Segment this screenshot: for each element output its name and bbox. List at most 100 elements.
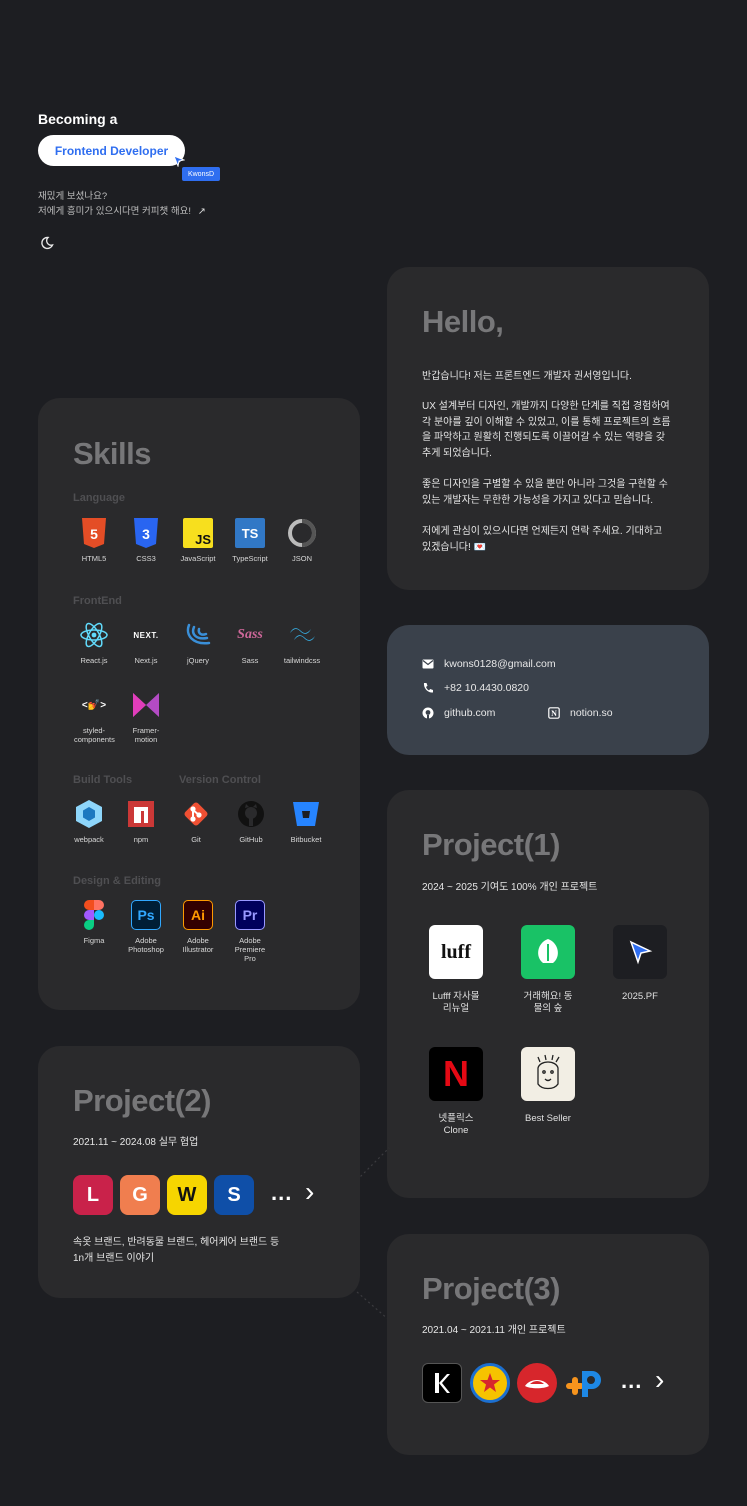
chevron-right-icon[interactable]: › xyxy=(655,1364,664,1396)
premiere-icon: Pr xyxy=(235,900,265,930)
skill-figma: Figma xyxy=(68,900,120,945)
ps-glyph: Ps xyxy=(137,907,155,923)
project2-desc-1: 속옷 브랜드, 반려동물 브랜드, 헤어케어 브랜드 등 xyxy=(73,1237,280,1248)
svg-text:3: 3 xyxy=(142,526,150,542)
bitbucket-icon xyxy=(291,799,321,829)
moon-icon[interactable] xyxy=(40,236,54,250)
notion-text: notion.so xyxy=(570,707,613,719)
hello-paragraph-4: 저에게 관심이 있으시다면 언제든지 연락 주세요. 기대하고 있겠습니다! 💌 xyxy=(422,526,663,553)
brand-letter: S xyxy=(227,1183,241,1206)
skill-html5: 5 HTML5 xyxy=(68,518,120,563)
more-indicator: ... xyxy=(621,1368,643,1393)
typescript-icon: TS xyxy=(235,518,265,548)
star-ball-logo xyxy=(470,1363,510,1403)
js-glyph: JS xyxy=(195,532,211,547)
category-build-tools: Build Tools xyxy=(73,774,133,786)
project2-title: Project(2) xyxy=(73,1083,211,1118)
skill-label: Adobe Illustrator xyxy=(182,936,214,954)
leaf-icon xyxy=(521,925,575,979)
project1-title: Project(1) xyxy=(422,827,560,862)
javascript-icon: JS xyxy=(183,518,213,548)
html5-icon: 5 xyxy=(79,518,109,548)
app-label: 거래해요! 동물의 숲 xyxy=(523,991,573,1014)
svg-text:5: 5 xyxy=(90,526,98,542)
name-tag: KwonsD xyxy=(182,167,220,181)
name-tag-label: KwonsD xyxy=(187,170,215,178)
project-luff[interactable]: luff Lufff 자사몰 리뉴얼 xyxy=(421,925,491,1015)
skill-label: Bitbucket xyxy=(290,835,322,844)
category-design-editing: Design & Editing xyxy=(73,875,161,887)
mail-icon xyxy=(422,659,434,669)
cursor-arrow-icon xyxy=(613,925,667,979)
cursor-icon xyxy=(173,155,185,167)
hello-paragraph-1: 반갑습니다! 저는 프론트엔드 개발자 권서영입니다. xyxy=(422,371,632,382)
netflix-logo-text: N xyxy=(443,1053,469,1094)
pr-glyph: Pr xyxy=(242,907,258,923)
brand-letter: W xyxy=(177,1183,197,1206)
p-logo xyxy=(564,1363,604,1403)
brand-letter: L xyxy=(86,1183,100,1206)
luff-logo: luff xyxy=(429,925,483,979)
photoshop-icon: Ps xyxy=(131,900,161,930)
app-label: 넷플릭스 Clone xyxy=(438,1113,474,1136)
skill-label: Adobe Premiere Pro xyxy=(234,936,266,963)
skill-label: TypeScript xyxy=(232,554,268,563)
brand-letter: G xyxy=(132,1183,148,1206)
skill-label: npm xyxy=(133,835,149,844)
email-text: kwons0128@gmail.com xyxy=(444,658,556,670)
skill-label: webpack xyxy=(74,835,104,844)
project2-subtitle: 2021.11 ~ 2024.08 실무 협업 xyxy=(73,1137,199,1148)
skill-label: Framer-motion xyxy=(132,726,160,744)
ts-glyph: TS xyxy=(241,525,259,541)
git-icon xyxy=(181,799,211,829)
brand-l: L xyxy=(73,1175,113,1215)
project1-card[interactable]: Project(1) 2024 ~ 2025 기여도 100% 개인 프로젝트 … xyxy=(387,790,709,1198)
hero-line-2: 저에게 흥미가 있으시다면 커피챗 해요! xyxy=(38,206,192,217)
phone-icon xyxy=(423,683,433,693)
skill-css3: 3 CSS3 xyxy=(120,518,172,563)
project-netflix[interactable]: N 넷플릭스 Clone xyxy=(421,1047,491,1137)
css3-icon: 3 xyxy=(131,518,161,548)
category-language: Language xyxy=(73,492,125,504)
project-animal-crossing[interactable]: 거래해요! 동물의 숲 xyxy=(513,925,583,1015)
coffee-chat-link[interactable]: 저에게 흥미가 있으시다면 커피챗 해요! ↗ xyxy=(38,203,206,217)
skill-npm: npm xyxy=(115,799,167,844)
skill-typescript: TS TypeScript xyxy=(224,518,276,563)
webpack-icon xyxy=(74,799,104,829)
chevron-right-icon[interactable]: › xyxy=(305,1176,314,1208)
styled-glyph: <💅> xyxy=(81,699,107,711)
app-label: Best Seller xyxy=(525,1113,571,1124)
arrow-up-right-icon: ↗ xyxy=(197,206,206,217)
styled-components-icon: <💅> xyxy=(79,690,109,720)
project3-card[interactable]: Project(3) 2021.04 ~ 2021.11 개인 프로젝트 ...… xyxy=(387,1234,709,1455)
skill-javascript: JS JavaScript xyxy=(172,518,224,563)
hello-paragraph-3: 좋은 디자인을 구별할 수 있을 뿐만 아니라 그것을 구현할 수 있는 개발자… xyxy=(422,479,668,506)
skill-label: Next.js xyxy=(134,656,158,665)
skill-styled-components: <💅> styled-components xyxy=(68,690,120,745)
skill-label: JavaScript xyxy=(180,554,216,563)
skill-git: Git xyxy=(170,799,222,844)
sass-glyph: Sass xyxy=(237,627,263,642)
npm-icon xyxy=(126,799,156,829)
k-logo-icon xyxy=(435,1373,450,1393)
phone-row[interactable]: +82 10.4430.0820 xyxy=(422,682,529,694)
project3-subtitle: 2021.04 ~ 2021.11 개인 프로젝트 xyxy=(422,1325,566,1336)
project2-card[interactable]: Project(2) 2021.11 ~ 2024.08 실무 협업 L G W… xyxy=(38,1046,360,1298)
skill-label: styled-components xyxy=(74,726,115,744)
hello-title: Hello, xyxy=(422,304,504,339)
skill-premiere: Pr Adobe Premiere Pro xyxy=(224,900,276,963)
notion-link[interactable]: N notion.so xyxy=(548,707,613,719)
netflix-logo: N xyxy=(429,1047,483,1101)
project3-title: Project(3) xyxy=(422,1271,560,1306)
brand-s: S xyxy=(214,1175,254,1215)
project-2025-pf[interactable]: 2025.PF xyxy=(605,925,675,1003)
email-row[interactable]: kwons0128@gmail.com xyxy=(422,658,556,670)
github-link[interactable]: github.com xyxy=(422,707,495,719)
app-label: 2025.PF xyxy=(622,991,658,1002)
skill-webpack: webpack xyxy=(63,799,115,844)
project-best-seller[interactable]: Best Seller xyxy=(513,1047,583,1125)
skill-label: jQuery xyxy=(186,656,210,665)
hello-paragraph-2: UX 설계부터 디자인, 개발까지 다양한 단계를 직접 경험하여 각 분야를 … xyxy=(422,401,671,459)
project2-desc-2: 1n개 브랜드 이야기 xyxy=(73,1253,155,1264)
project1-subtitle: 2024 ~ 2025 기여도 100% 개인 프로젝트 xyxy=(422,882,598,893)
